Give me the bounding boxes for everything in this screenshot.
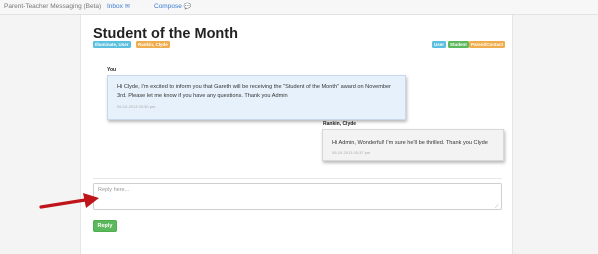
nav-inbox-link[interactable]: Inbox ✉ — [107, 0, 130, 14]
envelope-icon: ✉ — [124, 4, 130, 10]
nav-compose-link[interactable]: Compose 💬 — [154, 0, 191, 14]
message-sender: You — [107, 67, 117, 73]
participant-tag: Rankin, Clyde — [136, 41, 170, 48]
message-timestamp: 09-10-2013 03:30 pm — [117, 104, 156, 109]
message-text: Hi Admin, Wonderful! I'm sure he'll be t… — [332, 140, 488, 146]
message-sender: Rankin, Clyde — [323, 121, 357, 127]
message-timestamp: 09-10-2013 03:37 pm — [332, 150, 371, 155]
resize-handle-icon[interactable]: ⟋ — [495, 204, 499, 210]
participant-tag: Illuminate, User — [93, 41, 131, 48]
page-title: Student of the Month — [93, 26, 238, 42]
reply-button[interactable]: Reply — [93, 220, 117, 232]
arrow-shaft — [39, 198, 87, 209]
message-text: Hi Clyde, I'm excited to inform you that… — [117, 84, 391, 99]
role-badge-parent-contact: Parent/Contact — [469, 41, 506, 48]
divider — [93, 178, 502, 179]
reply-input[interactable] — [93, 183, 502, 210]
role-badge-user: User — [432, 41, 447, 48]
nav-compose-label: Compose — [154, 3, 182, 10]
nav-inbox-label: Inbox — [107, 3, 123, 10]
message-bubble: Hi Clyde, I'm excited to inform you that… — [107, 75, 406, 120]
message-thread-panel: Student of the Month Illuminate, User Ra… — [80, 15, 513, 254]
message-bubble: Hi Admin, Wonderful! I'm sure he'll be t… — [322, 129, 504, 161]
arrow-head — [83, 193, 99, 208]
role-badge-student: Student — [448, 41, 469, 48]
top-nav-bar: Parent-Teacher Messaging (Beta) Inbox ✉ C… — [0, 0, 598, 15]
app-brand: Parent-Teacher Messaging (Beta) — [4, 3, 102, 10]
annotation-arrow-icon — [39, 193, 99, 209]
speech-bubble-icon: 💬 — [183, 4, 192, 10]
